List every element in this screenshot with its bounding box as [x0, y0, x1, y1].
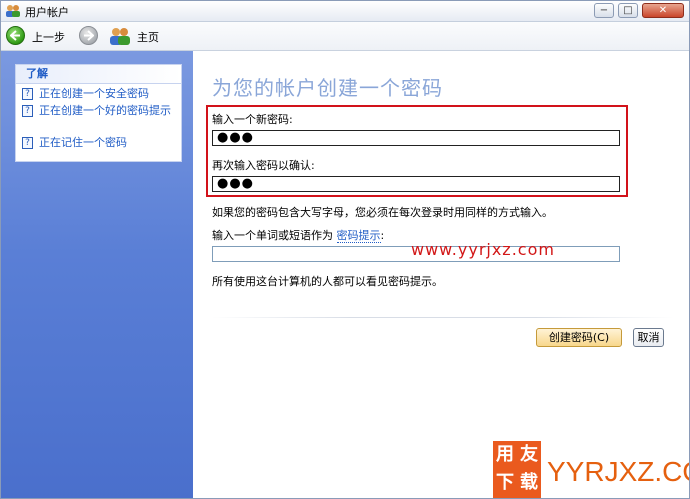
close-button[interactable]: ✕ [642, 3, 684, 18]
password-hint-link[interactable]: 密码提示 [336, 229, 381, 243]
navigation-toolbar: 上一步 主页 [1, 22, 689, 51]
logo-char: 友 [520, 444, 538, 465]
maximize-icon: □ [623, 5, 633, 16]
confirm-password-label: 再次输入密码以确认: [212, 159, 315, 172]
logo-char: 载 [520, 472, 538, 493]
watermark-domain: YYRJXZ.COM [547, 456, 689, 487]
user-accounts-window: 用户帐户 − □ ✕ 上一步 主页 了解 ? 正在创建一个安全密码 ? 正在创建… [0, 0, 690, 499]
home-button[interactable]: 主页 [109, 26, 165, 46]
learn-about-panel: 了解 ? 正在创建一个安全密码 ? 正在创建一个好的密码提示 ? 正在记住一个密… [15, 64, 182, 162]
logo-char: 下 [496, 472, 514, 493]
main-content: 为您的帐户创建一个密码 输入一个新密码: ●●● 再次输入密码以确认: ●●● … [193, 51, 689, 498]
page-title: 为您的帐户创建一个密码 [212, 76, 443, 100]
sidebar-item-good-hint[interactable]: ? 正在创建一个好的密码提示 [22, 104, 174, 132]
sidebar-item-label: 正在创建一个安全密码 [39, 87, 149, 100]
hint-visibility-note: 所有使用这台计算机的人都可以看见密码提示。 [212, 275, 443, 288]
logo-char: 用 [496, 444, 514, 465]
divider [212, 317, 674, 318]
learn-about-header: 了解 [16, 65, 181, 84]
sidebar-item-label: 正在创建一个好的密码提示 [39, 104, 171, 117]
close-icon: ✕ [658, 5, 668, 16]
task-pane: 了解 ? 正在创建一个安全密码 ? 正在创建一个好的密码提示 ? 正在记住一个密… [1, 51, 193, 498]
home-label: 主页 [137, 31, 159, 44]
help-topic-icon: ? [22, 105, 33, 117]
sidebar-item-remember-password[interactable]: ? 正在记住一个密码 [22, 136, 174, 150]
users-icon [5, 4, 21, 18]
forward-button[interactable] [79, 26, 99, 46]
help-topic-icon: ? [22, 88, 33, 100]
create-password-button[interactable]: 创建密码(C) [536, 328, 622, 347]
hint-colon: : [380, 229, 385, 242]
hint-prompt-row: 输入一个单词或短语作为 密码提示: [212, 227, 384, 243]
maximize-button[interactable]: □ [618, 3, 638, 18]
help-topic-icon: ? [22, 137, 33, 149]
sidebar-item-secure-password[interactable]: ? 正在创建一个安全密码 [22, 87, 174, 101]
new-password-label: 输入一个新密码: [212, 113, 293, 126]
title-bar[interactable]: 用户帐户 − □ ✕ [1, 1, 689, 22]
sidebar-item-label: 正在记住一个密码 [39, 136, 127, 149]
watermark-logo: 用 友 下 载 [493, 441, 541, 498]
hint-prompt-text: 输入一个单词或短语作为 [212, 229, 333, 242]
cancel-button[interactable]: 取消 [633, 328, 664, 347]
site-watermark: www.yyrjxz.com [411, 240, 555, 259]
back-arrow-icon [6, 26, 25, 45]
minimize-icon: − [599, 5, 609, 16]
new-password-field[interactable]: ●●● [212, 130, 620, 146]
window-title: 用户帐户 [25, 6, 69, 19]
forward-arrow-icon [79, 26, 98, 45]
back-button[interactable]: 上一步 [6, 26, 70, 46]
confirm-password-field[interactable]: ●●● [212, 176, 620, 192]
case-sensitivity-note: 如果您的密码包含大写字母，您必须在每次登录时用同样的方式输入。 [212, 206, 553, 219]
users-home-icon [109, 26, 131, 46]
minimize-button[interactable]: − [594, 3, 614, 18]
back-label: 上一步 [32, 31, 65, 44]
